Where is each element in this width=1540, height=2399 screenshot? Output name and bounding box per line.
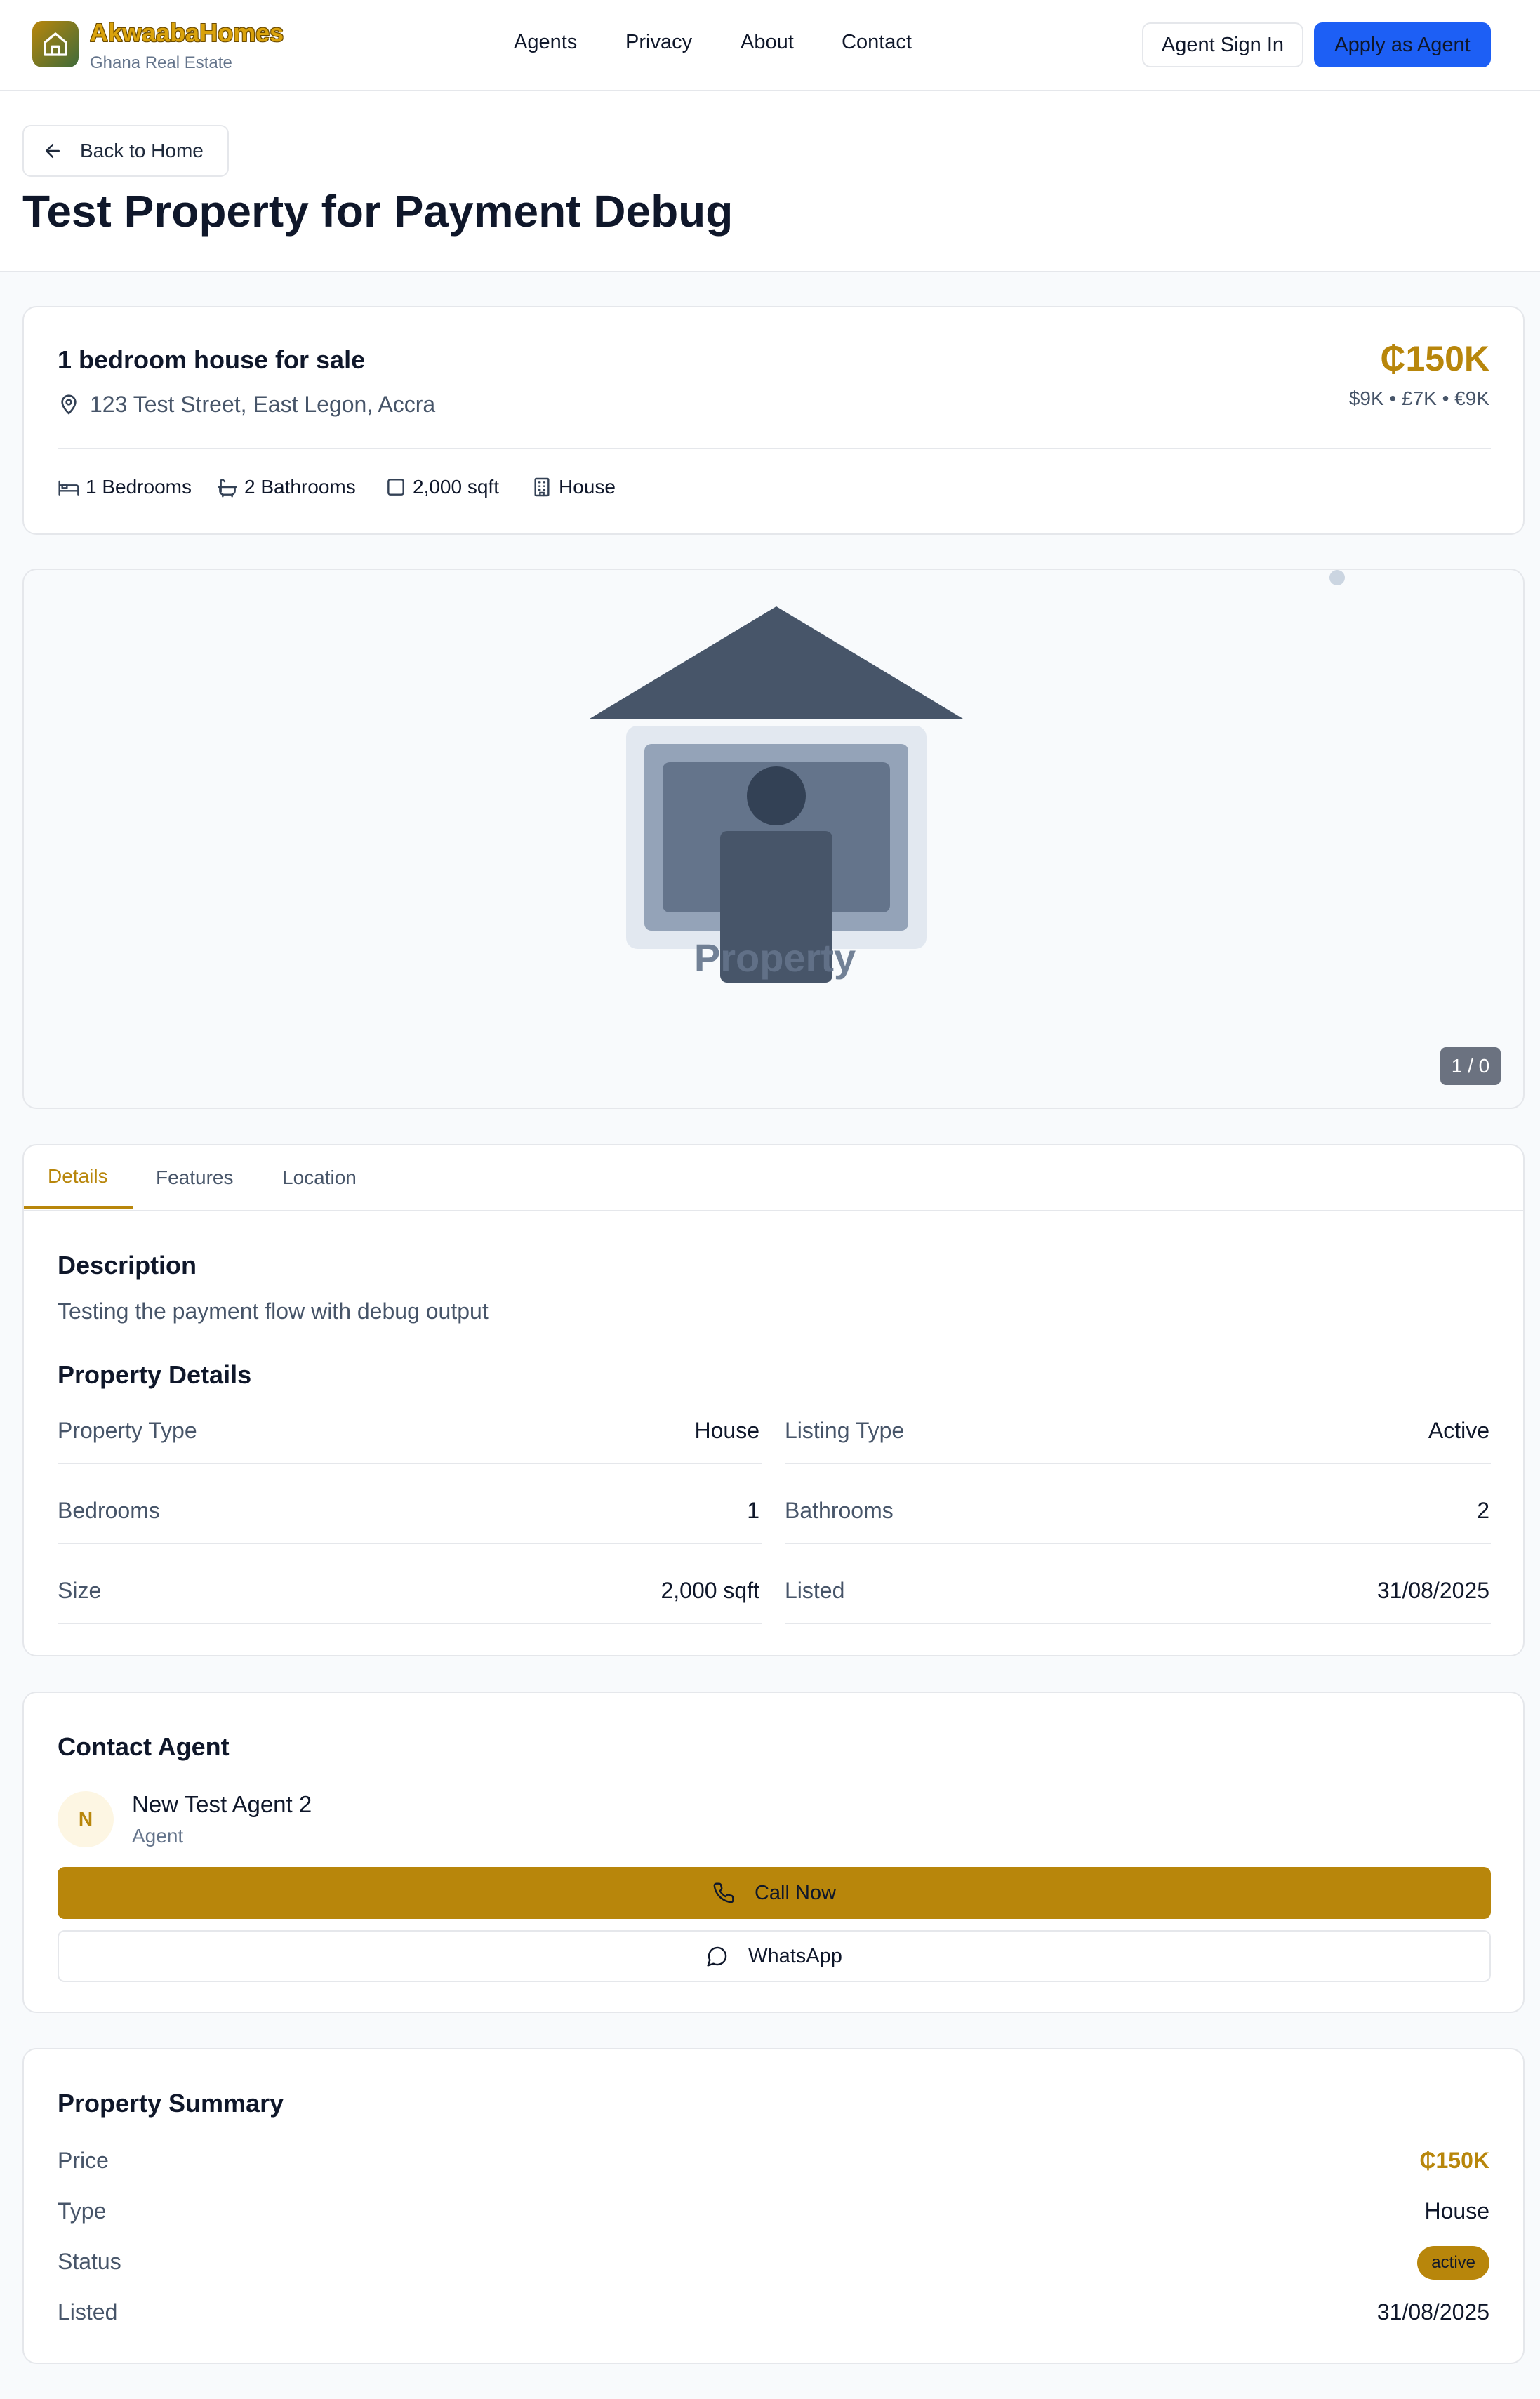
summary-label-type: Type bbox=[58, 2198, 107, 2224]
property-details-heading: Property Details bbox=[58, 1360, 252, 1389]
price: ₵150K bbox=[1380, 339, 1489, 378]
detail-label-bedrooms: Bedrooms bbox=[58, 1498, 160, 1523]
agent-role: Agent bbox=[132, 1825, 184, 1847]
bath-icon bbox=[218, 479, 237, 498]
placeholder-label: Property bbox=[693, 936, 856, 980]
stat-bedrooms: 1 Bedrooms bbox=[58, 476, 192, 498]
status-badge: active bbox=[1417, 2246, 1489, 2280]
property-summary-heading: Property Summary bbox=[58, 2089, 284, 2118]
bed-icon bbox=[58, 480, 79, 496]
divider bbox=[58, 448, 1491, 449]
agent-sign-in-button[interactable]: Agent Sign In bbox=[1142, 22, 1303, 67]
phone-icon bbox=[713, 1882, 734, 1903]
detail-value-size: 2,000 sqft bbox=[661, 1578, 759, 1603]
property-gallery[interactable]: Property 1 / 0 bbox=[22, 569, 1525, 1109]
apply-as-agent-button[interactable]: Apply as Agent bbox=[1314, 22, 1491, 67]
building-icon bbox=[534, 477, 550, 497]
summary-label-status: Status bbox=[58, 2249, 121, 2274]
summary-value-price: ₵150K bbox=[1419, 2148, 1489, 2173]
detail-value-property-type: House bbox=[694, 1418, 760, 1443]
page-title-section: Back to Home Test Property for Payment D… bbox=[0, 91, 1540, 272]
detail-label-listing-type: Listing Type bbox=[785, 1418, 905, 1443]
row-divider bbox=[58, 1543, 762, 1544]
row-divider bbox=[58, 1623, 762, 1624]
bedrooms-text: 1 Bedrooms bbox=[86, 476, 192, 498]
detail-label-bathrooms: Bathrooms bbox=[785, 1498, 894, 1523]
nav-privacy[interactable]: Privacy bbox=[625, 31, 692, 54]
listing-heading: 1 bedroom house for sale bbox=[58, 345, 366, 374]
row-divider bbox=[785, 1543, 1491, 1544]
call-now-button[interactable]: Call Now bbox=[58, 1867, 1491, 1919]
summary-value-listed: 31/08/2025 bbox=[1376, 2299, 1489, 2325]
detail-label-listed: Listed bbox=[785, 1578, 845, 1603]
call-now-label: Call Now bbox=[754, 1881, 837, 1904]
back-to-home-label: Back to Home bbox=[80, 140, 204, 161]
summary-label-listed: Listed bbox=[58, 2299, 118, 2325]
tab-location[interactable]: Location bbox=[282, 1167, 357, 1189]
summary-value-type: House bbox=[1424, 2198, 1490, 2224]
row-divider bbox=[785, 1463, 1491, 1464]
stat-bathrooms: 2 Bathrooms bbox=[216, 476, 356, 498]
map-pin-icon bbox=[61, 394, 77, 414]
row-divider bbox=[58, 1463, 762, 1464]
tab-features[interactable]: Features bbox=[156, 1167, 234, 1189]
tabs-divider bbox=[24, 1210, 1523, 1211]
tab-details[interactable]: Details bbox=[48, 1165, 108, 1188]
arrow-left-icon bbox=[46, 144, 60, 158]
price-conversions: $9K • £7K • €9K bbox=[1348, 387, 1489, 409]
nav-contact[interactable]: Contact bbox=[842, 31, 912, 54]
contact-agent-heading: Contact Agent bbox=[58, 1732, 230, 1761]
avatar: N bbox=[58, 1791, 114, 1847]
detail-label-size: Size bbox=[58, 1578, 102, 1603]
message-circle-icon bbox=[707, 1946, 727, 1967]
row-divider bbox=[785, 1623, 1491, 1624]
detail-value-bedrooms: 1 bbox=[747, 1498, 759, 1523]
property-overview-card: 1 bedroom house for sale 123 Test Street… bbox=[22, 306, 1525, 535]
brand-name[interactable]: AkwaabaHomes bbox=[90, 18, 284, 48]
description-text: Testing the payment flow with debug outp… bbox=[58, 1298, 489, 1324]
type-text: House bbox=[559, 476, 616, 498]
property-summary-card: Property Summary Price ₵150K Type House … bbox=[22, 2048, 1525, 2364]
gallery-indicator-dot[interactable] bbox=[1329, 570, 1345, 585]
nav-agents[interactable]: Agents bbox=[514, 31, 577, 54]
brand-tagline: Ghana Real Estate bbox=[90, 53, 232, 72]
home-logo-icon[interactable] bbox=[32, 21, 79, 67]
size-text: 2,000 sqft bbox=[413, 476, 499, 498]
stat-type: House bbox=[531, 476, 616, 498]
address-row: 123 Test Street, East Legon, Accra bbox=[58, 392, 435, 418]
address-text: 123 Test Street, East Legon, Accra bbox=[90, 392, 436, 417]
agent-name: New Test Agent 2 bbox=[132, 1791, 312, 1817]
summary-label-price: Price bbox=[58, 2148, 109, 2173]
detail-label-property-type: Property Type bbox=[58, 1418, 197, 1443]
description-heading: Description bbox=[58, 1251, 197, 1280]
whatsapp-button[interactable]: WhatsApp bbox=[58, 1930, 1491, 1982]
page-title: Test Property for Payment Debug bbox=[22, 186, 734, 237]
image-counter: 1 / 0 bbox=[1440, 1047, 1501, 1085]
nav-about[interactable]: About bbox=[741, 31, 794, 54]
active-tab-underline bbox=[24, 1206, 133, 1209]
detail-value-listed: 31/08/2025 bbox=[1376, 1578, 1489, 1603]
square-icon bbox=[387, 479, 404, 496]
stat-size: 2,000 sqft bbox=[385, 476, 499, 498]
detail-value-listing-type: Active bbox=[1428, 1418, 1489, 1443]
details-card: Details Features Location Description Te… bbox=[22, 1144, 1525, 1656]
bathrooms-text: 2 Bathrooms bbox=[244, 476, 356, 498]
back-to-home-button[interactable]: Back to Home bbox=[22, 125, 229, 177]
top-header: AkwaabaHomes Ghana Real Estate Agents Pr… bbox=[0, 0, 1540, 91]
whatsapp-label: WhatsApp bbox=[748, 1944, 842, 1967]
contact-agent-card: Contact Agent N New Test Agent 2 Agent C… bbox=[22, 1692, 1525, 2013]
detail-value-bathrooms: 2 bbox=[1477, 1498, 1489, 1523]
